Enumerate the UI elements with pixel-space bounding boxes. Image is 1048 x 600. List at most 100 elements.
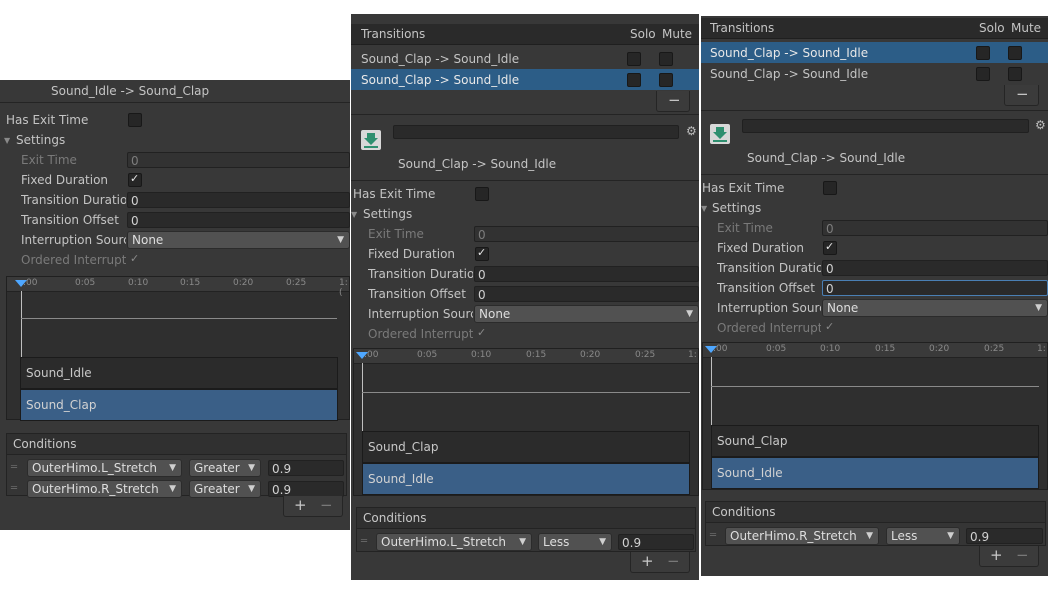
transition-duration-field[interactable]: 0 [127,192,350,208]
destination-state-bar[interactable]: Sound_Idle [711,457,1039,489]
transition-remove-box: − [656,91,690,112]
gear-icon[interactable]: ⚙ [1035,118,1046,132]
transition-timeline[interactable]: :00 0:05 0:10 0:15 0:20 0:25 1: Sound_Cl… [702,342,1048,490]
interruption-source-dropdown[interactable]: None ▼ [474,305,699,323]
settings-foldout-arrow[interactable]: ▼ [351,210,357,219]
remove-condition-button[interactable]: − [667,552,680,570]
conditions-header: Conditions [706,502,1045,523]
transition-list-item[interactable]: Sound_Clap -> Sound_Idle [351,48,699,69]
condition-threshold-field[interactable]: 0.9 [268,481,344,497]
add-condition-button[interactable]: + [990,546,1003,564]
mute-label: Mute [662,27,693,41]
transition-offset-field[interactable]: 0 [127,212,350,228]
mute-checkbox[interactable] [1008,67,1022,81]
remove-condition-button[interactable]: − [320,496,333,514]
gear-icon[interactable]: ⚙ [686,124,697,138]
solo-checkbox[interactable] [627,73,641,87]
playhead-marker[interactable] [356,352,368,359]
ordered-interruption-checkbox[interactable] [823,320,837,335]
playhead-marker[interactable] [705,346,717,353]
chevron-down-icon: ▼ [169,463,176,473]
condition-mode: Less [543,535,570,549]
drag-handle-icon[interactable]: ═ [710,530,716,541]
has-exit-time-checkbox[interactable] [475,187,489,201]
transition-list-item-selected[interactable]: Sound_Clap -> Sound_Idle [351,69,699,90]
condition-threshold-field[interactable]: 0.9 [966,528,1043,544]
drag-handle-icon[interactable]: ═ [11,462,17,473]
exit-time-field[interactable]: 0 [822,220,1048,236]
transition-title: Sound_Clap -> Sound_Idle [398,157,557,171]
mute-checkbox[interactable] [659,73,673,87]
chevron-down-icon: ▼ [169,484,176,494]
ordered-interruption-checkbox[interactable] [475,326,489,341]
inspector-panel-3: Transitions Solo Mute Sound_Clap -> Soun… [701,16,1048,576]
condition-mode-dropdown[interactable]: Greater ▼ [189,480,261,498]
transition-offset-field[interactable]: 0 [822,280,1048,296]
condition-mode-dropdown[interactable]: Less ▼ [538,533,612,551]
settings-foldout[interactable]: Settings [712,201,761,215]
remove-condition-button[interactable]: − [1016,546,1029,564]
condition-threshold-field[interactable]: 0.9 [268,460,344,476]
timeline-ruler: :00 0:05 0:10 0:15 0:20 0:25 1: [703,343,1047,358]
remove-transition-button[interactable]: − [1016,85,1029,103]
condition-parameter-dropdown[interactable]: OuterHimo.R_Stretch ▼ [27,480,182,498]
has-exit-time-label: Has Exit Time [353,187,436,201]
condition-threshold-field[interactable]: 0.9 [618,534,694,550]
condition-mode: Greater [194,461,240,475]
mute-checkbox[interactable] [1008,46,1022,60]
solo-checkbox[interactable] [627,52,641,66]
transition-list-item-selected[interactable]: Sound_Clap -> Sound_Idle [701,42,1048,63]
fixed-duration-checkbox[interactable] [128,172,142,187]
exit-time-field[interactable]: 0 [127,152,350,168]
transition-timeline[interactable]: :00 0:05 0:10 0:15 0:20 0:25 1:( Sound_I… [6,276,350,421]
interruption-source-dropdown[interactable]: None ▼ [822,299,1048,317]
drag-handle-icon[interactable]: ═ [11,483,17,494]
transition-duration-field[interactable]: 0 [474,266,699,282]
interruption-source-dropdown[interactable]: None ▼ [127,231,350,249]
transition-timeline[interactable]: :00 0:05 0:10 0:15 0:20 0:25 1: Sound_Cl… [353,348,699,496]
has-exit-time-checkbox[interactable] [128,113,142,127]
solo-checkbox[interactable] [976,46,990,60]
condition-parameter-dropdown[interactable]: OuterHimo.L_Stretch ▼ [376,533,532,551]
solo-checkbox[interactable] [976,67,990,81]
transition-offset-label: Transition Offset [368,287,466,301]
playhead-marker[interactable] [15,280,27,287]
source-state-bar[interactable]: Sound_Idle [20,357,338,389]
add-condition-button[interactable]: + [641,552,654,570]
destination-state-bar[interactable]: Sound_Idle [362,463,690,495]
fixed-duration-checkbox[interactable] [475,246,489,261]
transition-icon [709,123,731,145]
destination-state-bar[interactable]: Sound_Clap [20,389,338,421]
settings-foldout-arrow[interactable]: ▼ [4,136,10,145]
transition-name-field[interactable] [393,125,679,139]
condition-mode-dropdown[interactable]: Greater ▼ [189,459,261,477]
ordered-interruption-checkbox[interactable] [128,252,142,267]
chevron-down-icon: ▼ [866,531,873,541]
conditions-list: Conditions ═ OuterHimo.R_Stretch ▼ Less … [705,501,1046,546]
ruler-tick: 0:10 [820,344,841,354]
mute-checkbox[interactable] [659,52,673,66]
fixed-duration-checkbox[interactable] [823,240,837,255]
source-state-bar[interactable]: Sound_Clap [362,431,690,463]
ruler-tick: 0:20 [580,350,601,360]
interruption-source-value: None [132,233,164,247]
ruler-tick: 0:15 [526,350,547,360]
transition-name-field[interactable] [742,119,1029,133]
remove-transition-button[interactable]: − [668,91,681,109]
weight-curve [21,318,337,319]
settings-foldout[interactable]: Settings [363,207,412,221]
settings-foldout-arrow[interactable]: ▼ [701,204,707,213]
conditions-list: Conditions ═ OuterHimo.L_Stretch ▼ Less … [356,507,696,552]
add-condition-button[interactable]: + [294,496,307,514]
transition-duration-field[interactable]: 0 [822,260,1048,276]
drag-handle-icon[interactable]: ═ [361,536,367,547]
transition-list-item[interactable]: Sound_Clap -> Sound_Idle [701,63,1048,84]
transition-offset-field[interactable]: 0 [474,286,699,302]
source-state-bar[interactable]: Sound_Clap [711,425,1039,457]
has-exit-time-checkbox[interactable] [823,181,837,195]
condition-parameter-dropdown[interactable]: OuterHimo.L_Stretch ▼ [27,459,182,477]
condition-parameter-dropdown[interactable]: OuterHimo.R_Stretch ▼ [725,527,879,545]
condition-mode-dropdown[interactable]: Less ▼ [886,527,960,545]
settings-foldout[interactable]: Settings [16,133,65,147]
exit-time-field[interactable]: 0 [474,226,699,242]
